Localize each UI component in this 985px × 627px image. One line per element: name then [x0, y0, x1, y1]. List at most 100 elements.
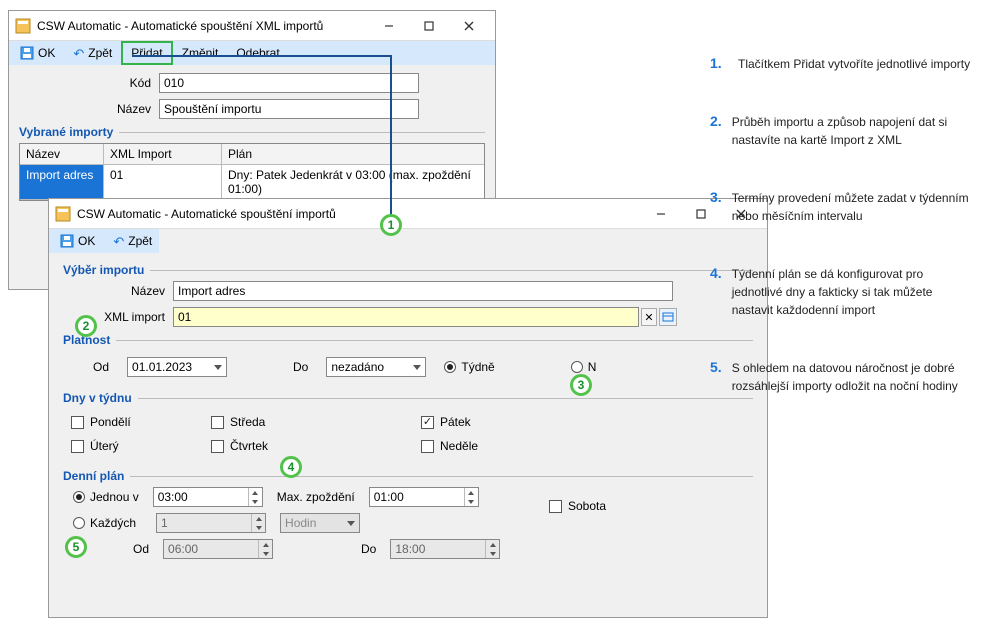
day-sat-checkbox[interactable]: Sobota [549, 499, 606, 513]
col-plan: Plán [222, 144, 484, 165]
ok-button[interactable]: OK [11, 42, 64, 64]
spin-down-icon[interactable] [465, 497, 478, 506]
maxdelay-label: Max. zpoždění [277, 490, 355, 504]
spin-up-icon[interactable] [486, 540, 499, 549]
annotation-num: 2. [710, 113, 722, 149]
code-input[interactable] [159, 73, 419, 93]
name-label: Název [19, 102, 159, 116]
toolbar: OK ↶ Zpět [49, 229, 159, 253]
day-mon-checkbox[interactable]: Pondělí [71, 415, 211, 429]
remove-button[interactable]: Odebrat [227, 42, 288, 64]
radio-dot-icon [73, 491, 85, 503]
add-button[interactable]: Přidat [121, 41, 172, 65]
imports-table: Název XML Import Plán Import adres 01 Dn… [19, 143, 485, 201]
annotation-text: Průběh importu a způsob napojení dat si … [732, 113, 975, 149]
name-input[interactable] [159, 99, 419, 119]
radio-dot-icon [444, 361, 456, 373]
add-label: Přidat [131, 46, 162, 60]
app-icon [55, 206, 71, 222]
weekly-radio[interactable]: Týdně [444, 360, 494, 374]
every-unit-combo[interactable]: Hodin [280, 513, 360, 533]
every-count-input[interactable]: 1 [156, 513, 266, 533]
checkbox-icon [421, 440, 434, 453]
table-row[interactable]: Import adres 01 Dny: Patek Jedenkrát v 0… [20, 165, 484, 200]
minimize-button[interactable] [369, 12, 409, 40]
edit-label: Změnit [182, 46, 219, 60]
checkbox-icon [71, 440, 84, 453]
range-to-input[interactable]: 18:00 [390, 539, 500, 559]
save-icon [20, 46, 34, 60]
radio-dot-icon [571, 361, 583, 373]
table-header: Název XML Import Plán [20, 144, 484, 165]
ok-label: OK [78, 234, 95, 248]
save-icon [60, 234, 74, 248]
lookup-icon [662, 311, 674, 323]
range-from-input[interactable]: 06:00 [163, 539, 273, 559]
annotation-text: S ohledem na datovou náročnost je dobré … [732, 359, 975, 395]
spin-down-icon[interactable] [249, 497, 262, 506]
spin-down-icon[interactable] [486, 549, 499, 558]
edit-button[interactable]: Změnit [173, 42, 228, 64]
name-input[interactable] [173, 281, 673, 301]
annotation-num: 4. [710, 265, 722, 319]
clear-button[interactable]: ✕ [641, 308, 657, 326]
back-button[interactable]: ↶ Zpět [64, 42, 121, 64]
callout-3: 3 [570, 374, 592, 396]
toolbar: OK ↶ Zpět Přidat Změnit Odebrat [9, 41, 495, 65]
annotation-num: 5. [710, 359, 722, 395]
col-name: Název [20, 144, 104, 165]
annotation-item: 1. Tlačítkem Přidat vytvoříte jednotlivé… [710, 55, 975, 73]
spin-down-icon[interactable] [252, 523, 265, 532]
titlebar[interactable]: CSW Automatic - Automatické spouštění im… [49, 199, 767, 229]
days-group: Dny v týdnu [63, 391, 753, 405]
callout-5: 5 [65, 536, 87, 558]
lookup-button[interactable] [659, 308, 677, 326]
xmlimport-input[interactable] [173, 307, 639, 327]
checkbox-icon [549, 500, 562, 513]
cell-name: Import adres [20, 165, 104, 200]
annotation-item: 2. Průběh importu a způsob napojení dat … [710, 113, 975, 149]
spin-up-icon[interactable] [249, 488, 262, 497]
annotation-item: 3. Termíny provedení můžete zadat v týde… [710, 189, 975, 225]
name-label: Název [63, 284, 173, 298]
range-to-label: Do [361, 542, 376, 556]
day-wed-checkbox[interactable]: Středa [211, 415, 351, 429]
annotations: 1. Tlačítkem Přidat vytvoříte jednotlivé… [710, 55, 975, 435]
undo-icon: ↶ [73, 47, 84, 60]
spin-up-icon[interactable] [252, 514, 265, 523]
once-radio[interactable]: Jednou v [73, 490, 139, 504]
col-xml: XML Import [104, 144, 222, 165]
back-button[interactable]: ↶ Zpět [104, 230, 161, 252]
close-button[interactable] [449, 12, 489, 40]
annotation-item: 4. Týdenní plán se dá konfigurovat pro j… [710, 265, 975, 319]
day-fri-checkbox[interactable]: Pátek [421, 415, 631, 429]
day-thu-checkbox[interactable]: Čtvrtek [211, 439, 351, 453]
spin-up-icon[interactable] [259, 540, 272, 549]
annotation-num: 3. [710, 189, 722, 225]
titlebar[interactable]: CSW Automatic - Automatické spouštění XM… [9, 11, 495, 41]
checkbox-icon [71, 416, 84, 429]
day-tue-checkbox[interactable]: Úterý [71, 439, 211, 453]
day-sun-checkbox[interactable]: Neděle [421, 439, 631, 453]
spin-up-icon[interactable] [465, 488, 478, 497]
back-label: Zpět [88, 46, 112, 60]
undo-icon: ↶ [113, 235, 124, 248]
callout-4: 4 [280, 456, 302, 478]
maximize-button[interactable] [409, 12, 449, 40]
annotation-item: 5. S ohledem na datovou náročnost je dob… [710, 359, 975, 395]
minimize-button[interactable] [641, 200, 681, 228]
once-time-input[interactable]: 03:00 [153, 487, 263, 507]
select-group: Výběr importu [63, 263, 753, 277]
callout-2: 2 [75, 315, 97, 337]
ok-button[interactable]: OK [51, 230, 104, 252]
to-date-combo[interactable]: nezadáno [326, 357, 426, 377]
every-radio[interactable]: Každých [73, 516, 136, 530]
from-date-combo[interactable]: 01.01.2023 [127, 357, 227, 377]
range-from-label: Od [133, 542, 149, 556]
remove-label: Odebrat [236, 46, 279, 60]
spin-down-icon[interactable] [259, 549, 272, 558]
annotation-num: 1. [710, 55, 728, 73]
monthly-radio[interactable]: N [571, 360, 597, 374]
maxdelay-input[interactable]: 01:00 [369, 487, 479, 507]
window-title: CSW Automatic - Automatické spouštění im… [77, 207, 641, 221]
